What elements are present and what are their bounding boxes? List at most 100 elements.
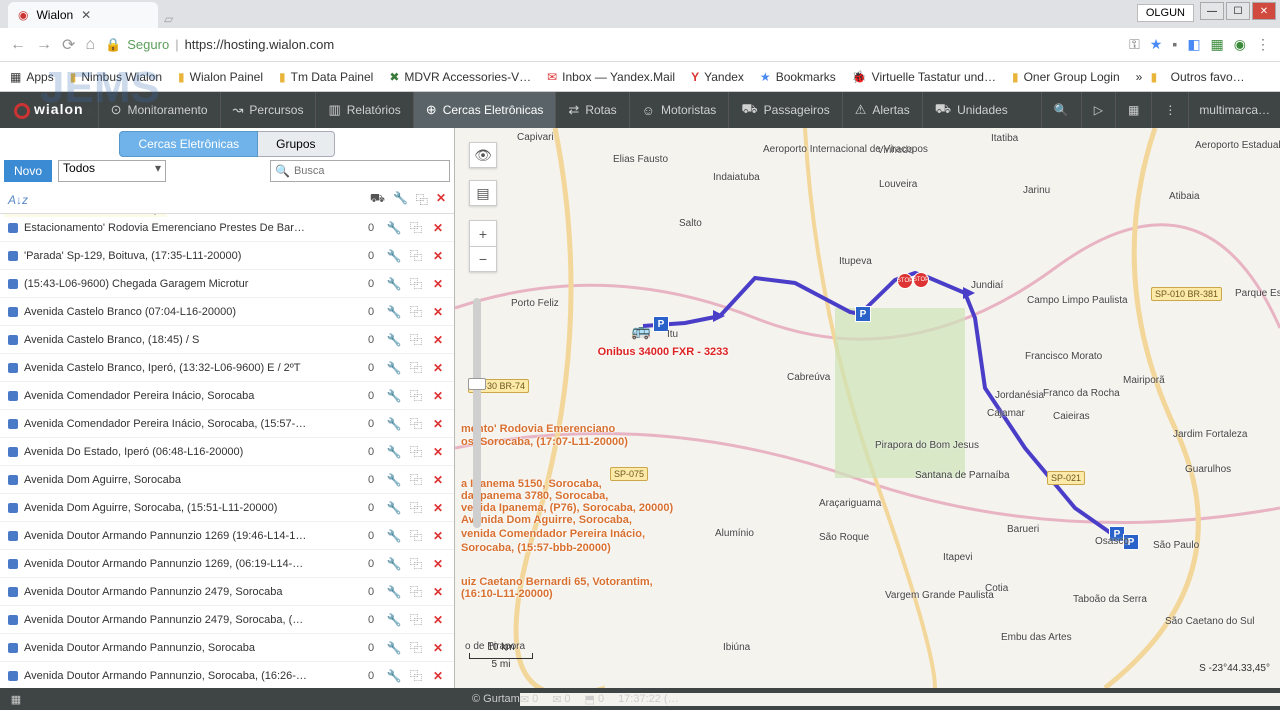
nav-tool-icon[interactable]: ⋮ xyxy=(1151,92,1188,128)
wrench-icon[interactable]: 🔧 xyxy=(386,277,402,291)
browser-profile-badge[interactable]: OLGUN xyxy=(1137,4,1194,22)
bus-icon[interactable]: 🚌 xyxy=(631,321,651,341)
copy-icon[interactable]: ⿻ xyxy=(408,611,424,628)
close-window-button[interactable]: ✕ xyxy=(1252,2,1276,20)
list-item[interactable]: Avenida Castelo Branco, Iperó, (13:32-L0… xyxy=(0,354,454,382)
nav-item[interactable]: ⛟Passageiros xyxy=(728,92,841,128)
stop-marker[interactable]: STOP xyxy=(897,273,913,289)
bookmark-item[interactable]: ✉Inbox — Yandex.Mail xyxy=(547,70,675,84)
nav-item[interactable]: ☺Motoristas xyxy=(629,92,729,128)
list-item[interactable]: Avenida Comendador Pereira Inácio, Soroc… xyxy=(0,410,454,438)
copy-icon[interactable]: ⿻ xyxy=(408,667,424,684)
copy-icon[interactable]: ⿻ xyxy=(408,247,424,264)
list-item[interactable]: 'Parada' Sp-129, Boituva, (17:35-L11-200… xyxy=(0,242,454,270)
list-item[interactable]: Avenida Comendador Pereira Inácio, Soroc… xyxy=(0,382,454,410)
delete-icon[interactable]: ✕ xyxy=(430,333,446,347)
wrench-icon[interactable]: 🔧 xyxy=(386,445,402,459)
list-item[interactable]: (15:43-L06-9600) Chegada Garagem Microtu… xyxy=(0,270,454,298)
wrench-icon[interactable]: 🔧 xyxy=(386,333,402,347)
copy-icon[interactable]: ⿻ xyxy=(408,219,424,236)
parking-marker[interactable]: P xyxy=(855,306,871,322)
delete-icon[interactable]: ✕ xyxy=(430,669,446,683)
delete-icon[interactable]: ✕ xyxy=(430,305,446,319)
wrench-icon[interactable]: 🔧 xyxy=(386,473,402,487)
url-field[interactable]: 🔒 Seguro | https://hosting.wialon.com xyxy=(105,37,1119,53)
bookmark-item[interactable]: 🐞Virtuelle Tastatur und… xyxy=(852,70,996,84)
copy-icon[interactable]: ⿻ xyxy=(408,387,424,404)
wrench-icon[interactable]: 🔧 xyxy=(386,585,402,599)
wrench-icon[interactable]: 🔧 xyxy=(386,613,402,627)
bookmark-star-icon[interactable]: ★ xyxy=(1150,36,1163,53)
bookmark-item[interactable]: YYandex xyxy=(691,70,744,84)
nav-item[interactable]: ▥Relatórios xyxy=(315,92,412,128)
browser-tab[interactable]: ◉ Wialon ✕ xyxy=(8,2,158,28)
copy-icon[interactable]: ⿻ xyxy=(416,191,428,208)
delete-icon[interactable]: ✕ xyxy=(430,613,446,627)
ext-icon[interactable]: ◉ xyxy=(1234,36,1246,53)
nav-user[interactable]: multimarca… xyxy=(1188,92,1280,128)
new-tab-button[interactable]: ▱ xyxy=(164,12,180,28)
layers-button[interactable]: ▤ xyxy=(469,180,497,206)
minimize-button[interactable]: — xyxy=(1200,2,1224,20)
copy-icon[interactable]: ⿻ xyxy=(408,359,424,376)
wrench-icon[interactable]: 🔧 xyxy=(386,669,402,683)
wrench-icon[interactable]: 🔧 xyxy=(386,305,402,319)
tab-geofences[interactable]: Cercas Eletrônicas xyxy=(119,131,258,157)
bookmark-item[interactable]: ★Bookmarks xyxy=(760,70,836,84)
nav-tool-icon[interactable]: 🔍 xyxy=(1041,92,1081,128)
list-item[interactable]: Avenida Castelo Branco (07:04-L16-20000)… xyxy=(0,298,454,326)
stat-badge[interactable]: ✉ 0 xyxy=(552,693,570,706)
search-field[interactable] xyxy=(294,165,445,177)
copy-icon[interactable]: ⿻ xyxy=(408,443,424,460)
copy-icon[interactable]: ⿻ xyxy=(408,471,424,488)
wrench-icon[interactable]: 🔧 xyxy=(386,501,402,515)
list-item[interactable]: Avenida Doutor Armando Pannunzio 2479, S… xyxy=(0,606,454,634)
ext-icon[interactable]: ▦ xyxy=(1211,36,1224,53)
list-item[interactable]: Estacionamento' Rodovia Emerenciano Pres… xyxy=(0,214,454,242)
delete-icon[interactable]: ✕ xyxy=(430,529,446,543)
delete-icon[interactable]: ✕ xyxy=(430,389,446,403)
zoom-out-button[interactable]: − xyxy=(469,246,497,272)
delete-icon[interactable]: ✕ xyxy=(430,417,446,431)
reload-button[interactable]: ⟳ xyxy=(62,35,75,55)
close-icon[interactable]: ✕ xyxy=(81,8,91,22)
list-item[interactable]: Avenida Do Estado, Iperó (06:48-L16-2000… xyxy=(0,438,454,466)
list-item[interactable]: Avenida Doutor Armando Pannunzio, Soroca… xyxy=(0,662,454,688)
list-item[interactable]: Avenida Doutor Armando Pannunzio 1269 (1… xyxy=(0,522,454,550)
back-button[interactable]: ← xyxy=(10,36,26,54)
wrench-icon[interactable]: 🔧 xyxy=(386,557,402,571)
nav-item[interactable]: ⚠Alertas xyxy=(842,92,922,128)
bookmark-item[interactable]: ▮Tm Data Painel xyxy=(279,70,373,84)
nav-item[interactable]: ⊙Monitoramento xyxy=(98,92,220,128)
forward-button[interactable]: → xyxy=(36,36,52,54)
sort-button[interactable]: A↓z xyxy=(8,193,28,207)
nav-item[interactable]: ⇄Rotas xyxy=(555,92,628,128)
delete-icon[interactable]: ✕ xyxy=(430,473,446,487)
stop-marker[interactable]: STOP xyxy=(913,272,929,288)
copy-icon[interactable]: ⿻ xyxy=(408,303,424,320)
wrench-icon[interactable]: 🔧 xyxy=(386,417,402,431)
delete-icon[interactable]: ✕ xyxy=(436,191,446,208)
wrench-icon[interactable]: 🔧 xyxy=(386,389,402,403)
zoom-slider[interactable] xyxy=(473,298,481,528)
copy-icon[interactable]: ⿻ xyxy=(408,499,424,516)
wrench-icon[interactable]: 🔧 xyxy=(386,249,402,263)
ext-icon[interactable]: ◧ xyxy=(1187,36,1200,53)
delete-icon[interactable]: ✕ xyxy=(430,585,446,599)
nav-item[interactable]: ⊕Cercas Eletrônicas xyxy=(413,92,556,128)
copy-icon[interactable]: ⿻ xyxy=(408,527,424,544)
filter-select[interactable]: Todos▾ xyxy=(58,160,166,182)
copy-icon[interactable]: ⿻ xyxy=(408,555,424,572)
copy-icon[interactable]: ⿻ xyxy=(408,639,424,656)
delete-icon[interactable]: ✕ xyxy=(430,501,446,515)
tab-groups[interactable]: Grupos xyxy=(258,131,334,157)
nav-tool-icon[interactable]: ▦ xyxy=(1115,92,1151,128)
delete-icon[interactable]: ✕ xyxy=(430,361,446,375)
nav-item[interactable]: ⛟Unidades xyxy=(922,92,1020,128)
list-item[interactable]: Avenida Castelo Branco, (18:45) / S 0 🔧 … xyxy=(0,326,454,354)
copy-icon[interactable]: ⿻ xyxy=(408,275,424,292)
home-button[interactable]: ⌂ xyxy=(85,36,95,54)
list-item[interactable]: Avenida Doutor Armando Pannunzio, Soroca… xyxy=(0,634,454,662)
wrench-icon[interactable]: 🔧 xyxy=(386,361,402,375)
nav-item[interactable]: ↝Percursos xyxy=(220,92,316,128)
